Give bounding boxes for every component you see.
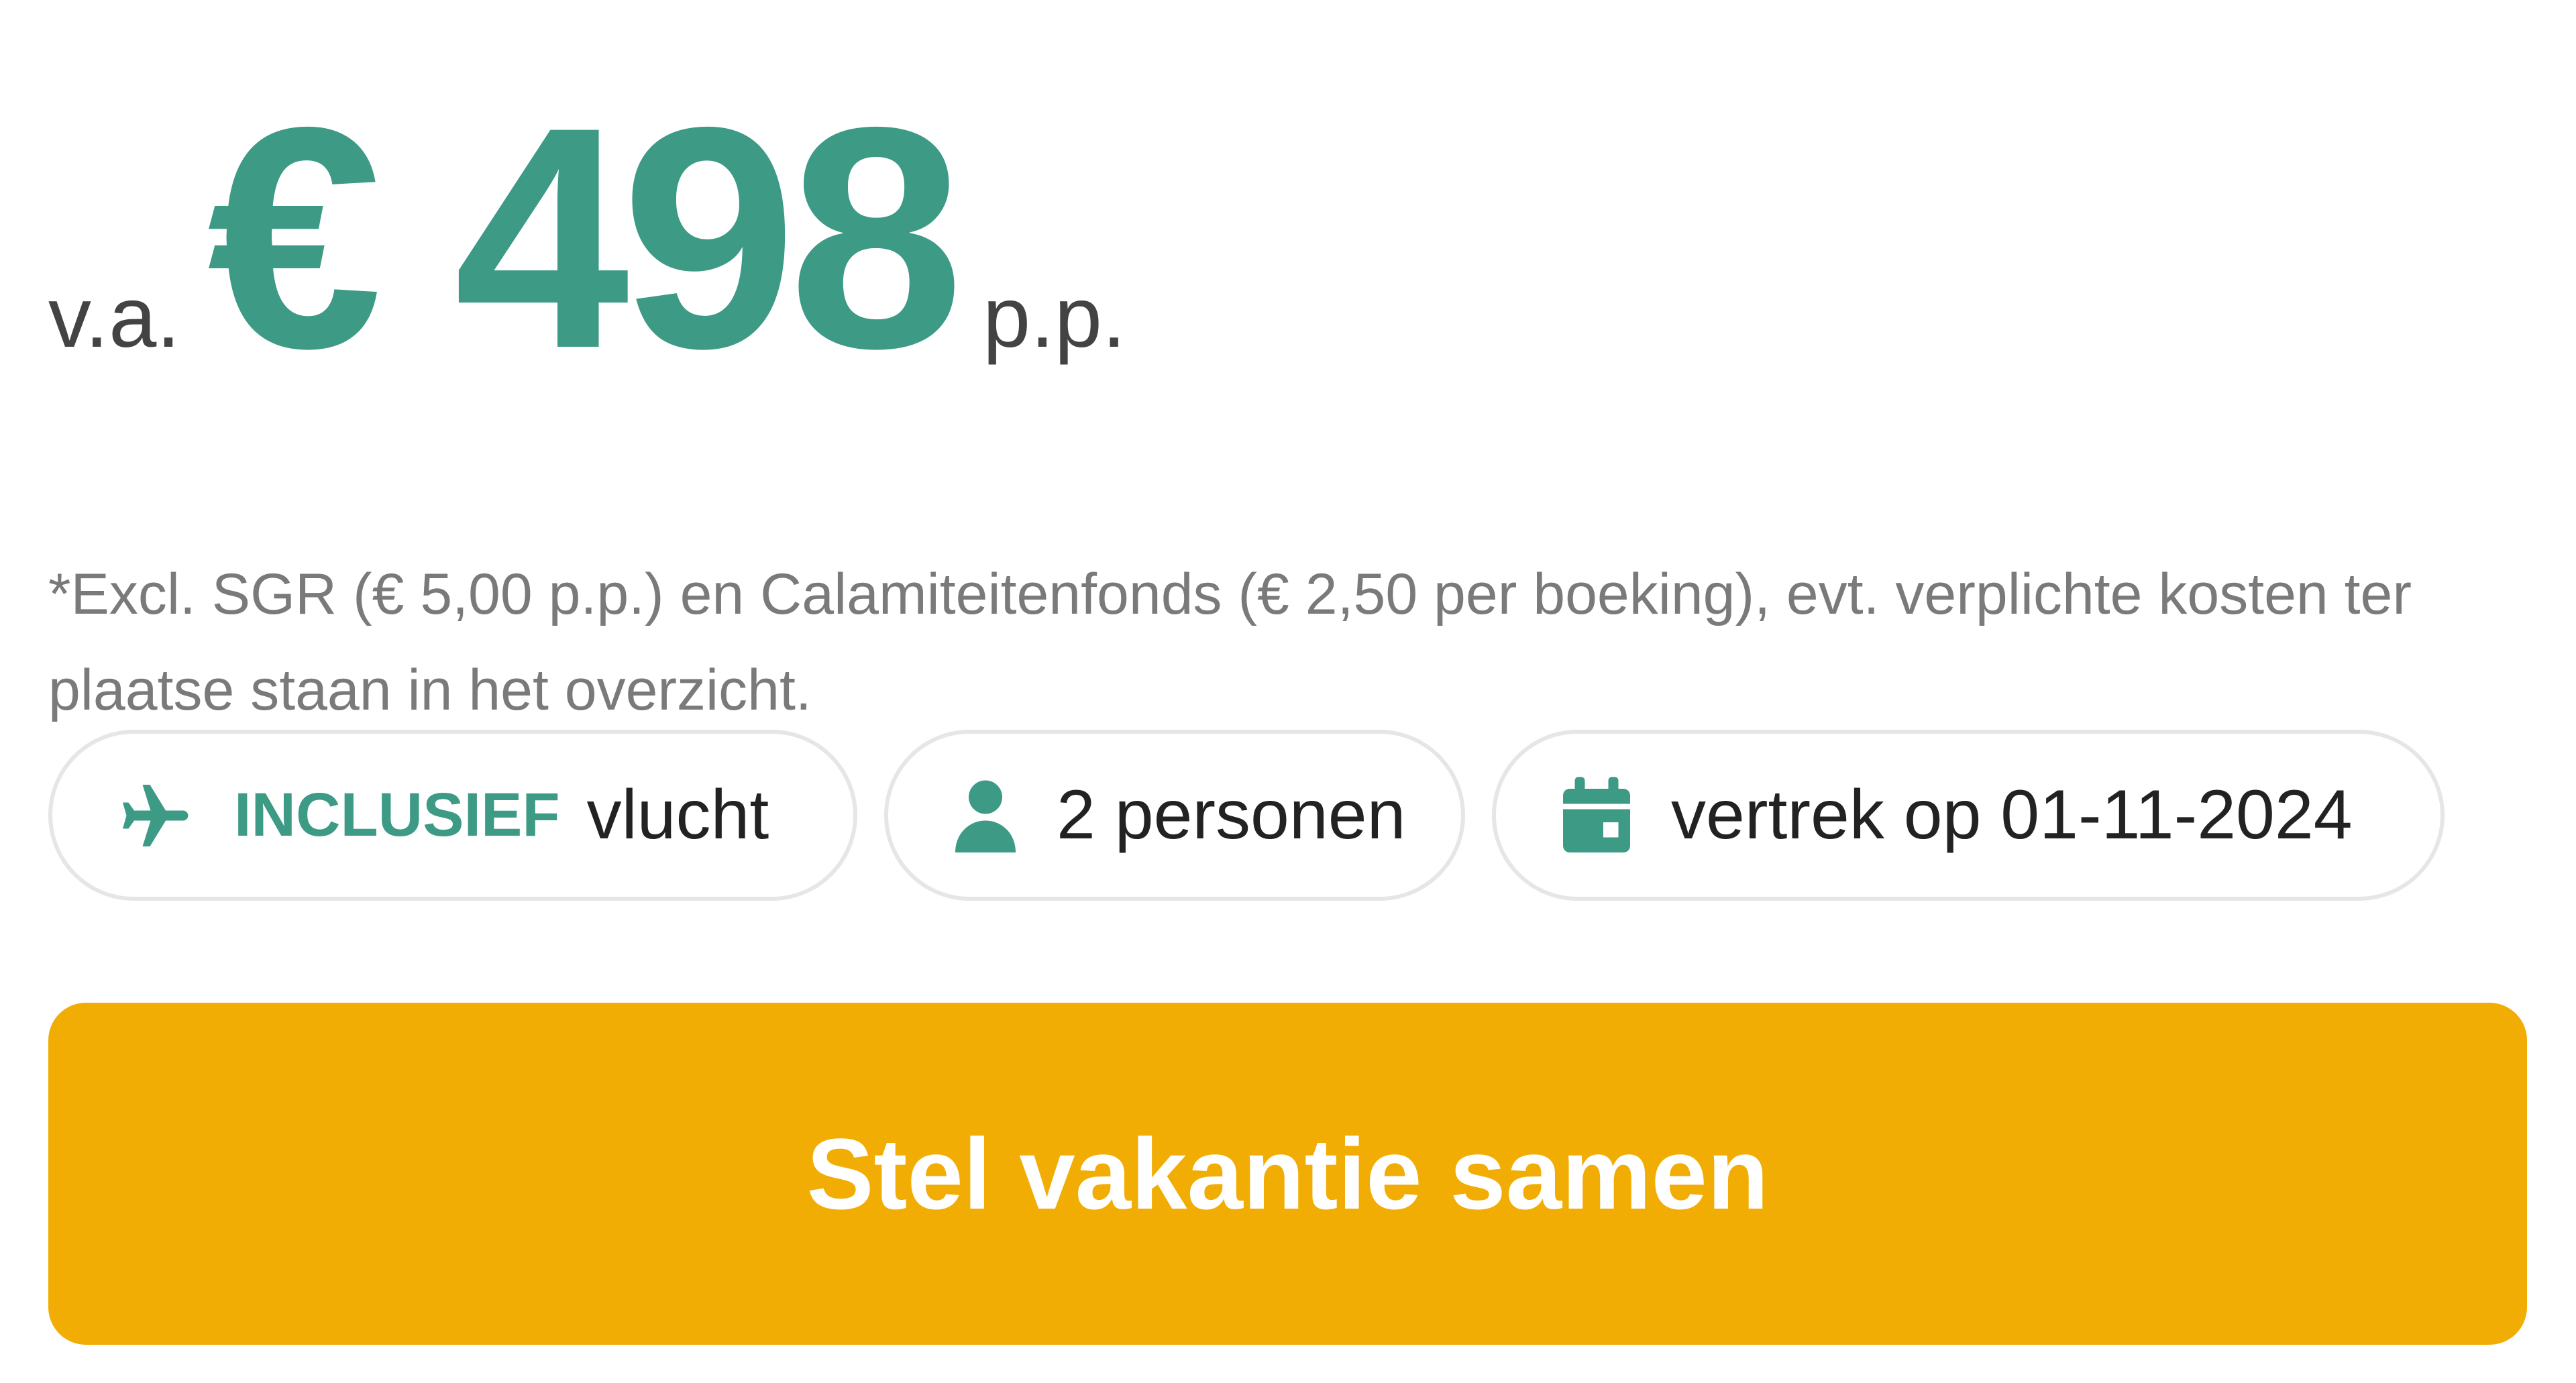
price-amount: € 498 xyxy=(207,62,964,414)
price-display: v.a. € 498 p.p. xyxy=(48,80,1126,396)
departure-date-label: vertrek op 01-11-2024 xyxy=(1671,776,2353,854)
persons-label: 2 personen xyxy=(1057,776,1406,854)
price-disclaimer: *Excl. SGR (€ 5,00 p.p.) en Calamiteiten… xyxy=(48,562,2412,722)
persons-chip: 2 personen xyxy=(884,730,1465,901)
trip-details: INCLUSIEF vlucht 2 personen vertrek op 0… xyxy=(48,730,2445,901)
departure-date-chip: vertrek op 01-11-2024 xyxy=(1492,730,2445,901)
price-prefix: v.a. xyxy=(48,270,180,366)
calendar-icon xyxy=(1560,775,1633,856)
airplane-icon xyxy=(116,775,197,856)
flight-included-label: vlucht xyxy=(586,776,769,854)
person-icon xyxy=(952,775,1019,856)
compose-vacation-button[interactable]: Stel vakantie samen xyxy=(48,1003,2527,1345)
flight-included-emphasis: INCLUSIEF xyxy=(234,781,560,849)
price-suffix: p.p. xyxy=(982,270,1126,366)
flight-included-chip: INCLUSIEF vlucht xyxy=(48,730,857,901)
